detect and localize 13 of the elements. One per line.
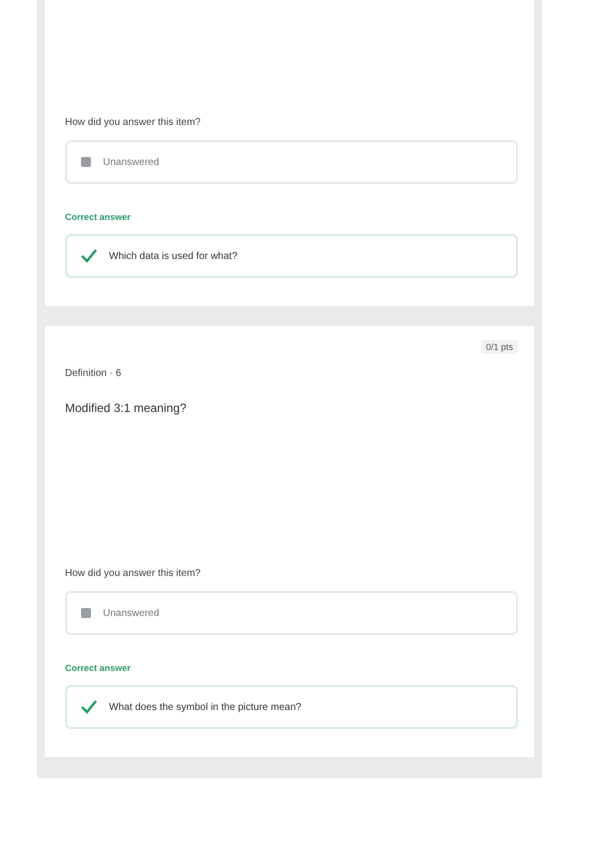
prompt-text: How did you answer this item?: [65, 117, 202, 128]
correct-answer-text: What does the symbol in the picture mean?: [109, 702, 302, 712]
correct-label: Correct answer: [65, 212, 132, 222]
term-label: Definition · 6: [65, 368, 122, 379]
check-icon: [81, 249, 97, 263]
correct-answer-text: Which data is used for what?: [109, 250, 238, 262]
answer-text: Unanswered: [103, 156, 160, 168]
correct-label: Correct answer: [65, 663, 132, 673]
prompt-text: How did you answer this item?: [65, 568, 202, 579]
answer-text: Unanswered: [103, 608, 160, 618]
points-badge: 0/1 pts: [480, 340, 518, 354]
check-icon: [81, 700, 97, 714]
question-text: Modified 3:1 meaning?: [65, 401, 188, 417]
